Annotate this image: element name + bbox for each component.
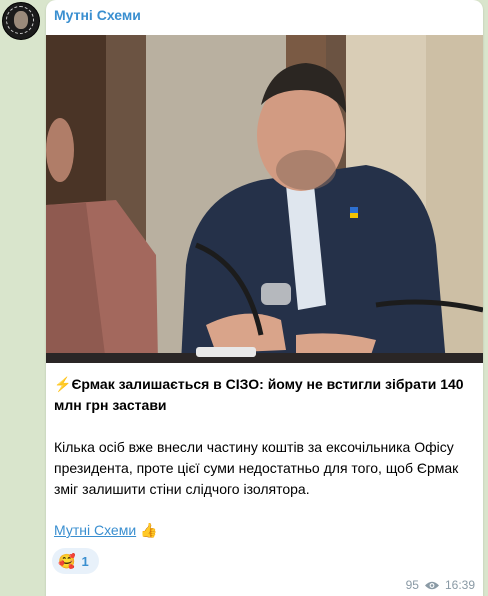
reaction-count: 1 [81,553,89,569]
reaction-button[interactable]: 🥰 1 [52,548,99,574]
message-bubble: Мутні Схеми ⚡️Єрмак залишається в СІЗО: … [46,0,483,596]
headline-text: Єрмак залишається в СІЗО: йому не встигл… [54,376,464,413]
message-time: 16:39 [444,578,475,592]
signature-link[interactable]: Мутні Схеми [54,522,136,538]
channel-logo-icon [14,11,28,29]
photo-illustration [46,35,483,363]
thumbs-up-icon: 👍 [140,522,158,538]
view-count: 95 [405,578,419,592]
smiling-face-with-hearts-icon: 🥰 [58,553,76,569]
post-text: ⚡️Єрмак залишається в СІЗО: йому не всти… [54,374,476,500]
post-signature: Мутні Схеми 👍 [54,520,157,541]
channel-name[interactable]: Мутні Схеми [54,7,141,23]
post-headline: ⚡️Єрмак залишається в СІЗО: йому не всти… [54,374,476,416]
channel-avatar[interactable] [2,2,40,40]
post-body: Кілька осіб вже внесли частину коштів за… [54,439,459,497]
message-meta: 95 16:39 [406,578,475,592]
post-photo[interactable] [46,35,483,363]
eye-icon [424,581,439,589]
lightning-icon: ⚡️ [54,376,72,392]
